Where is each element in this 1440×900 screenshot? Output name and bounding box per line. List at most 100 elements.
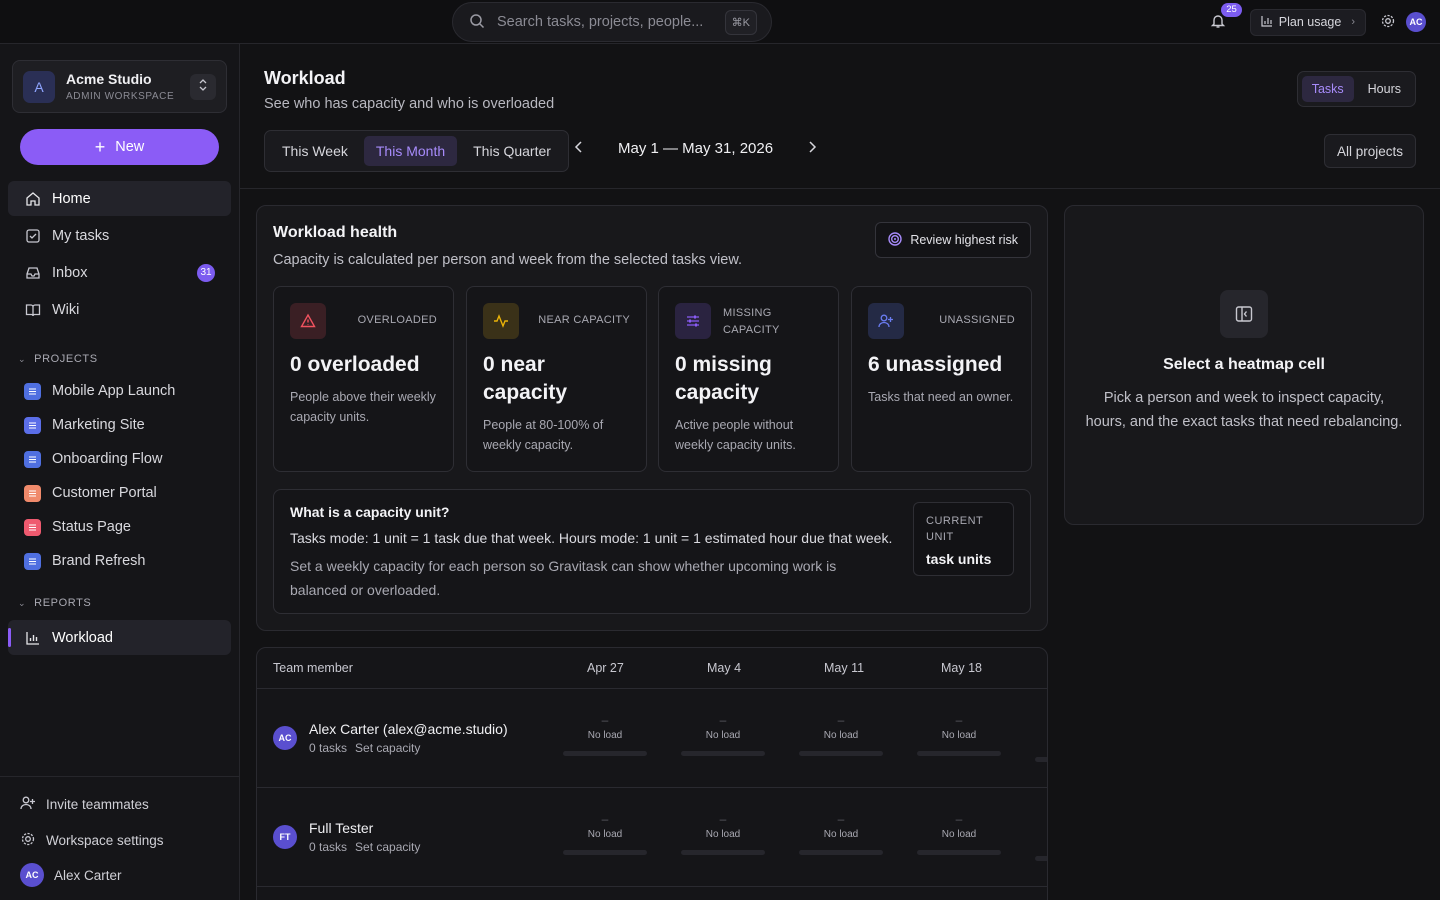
- tab-this-month[interactable]: This Month: [363, 136, 458, 166]
- sidebar-item-project[interactable]: Mobile App Launch: [8, 375, 231, 407]
- bar-chart-icon: [1261, 15, 1273, 30]
- search-icon: [469, 13, 485, 32]
- sidebar-item-project[interactable]: Marketing Site: [8, 409, 231, 441]
- project-list-icon: [24, 484, 41, 502]
- project-list-icon: [24, 416, 41, 434]
- chevron-left-icon[interactable]: [574, 140, 584, 157]
- workspace-switcher[interactable]: A Acme Studio ADMIN WORKSPACE: [12, 60, 227, 113]
- invite-teammates-button[interactable]: Invite teammates: [20, 795, 149, 814]
- tab-this-quarter[interactable]: This Quarter: [461, 136, 563, 166]
- heatmap-cell[interactable]: – No load: [681, 713, 765, 765]
- panel-description: Pick a person and week to inspect capaci…: [1085, 390, 1403, 430]
- kpi-label: MISSING CAPACITY: [723, 307, 780, 336]
- kpi-label: NEAR CAPACITY: [538, 314, 630, 326]
- tab-this-week[interactable]: This Week: [270, 136, 360, 166]
- date-range-label: May 1 — May 31, 2026: [618, 140, 774, 157]
- team-member-header: Team member: [273, 661, 353, 675]
- search-shortcut: ⌘K: [724, 9, 757, 35]
- week-header: May 11: [824, 661, 865, 675]
- date-range-tabs: This Week This Month This Quarter: [264, 130, 569, 172]
- heatmap-cell[interactable]: – No load: [799, 713, 883, 765]
- workload-heatmap: Team member Apr 27 May 4 May 11 May 18 A…: [256, 647, 1048, 900]
- cell-dash: –: [601, 713, 609, 727]
- heatmap-cell[interactable]: [1035, 812, 1047, 864]
- new-button[interactable]: + New: [20, 129, 219, 165]
- kpi-value: 0 overloaded: [290, 353, 420, 376]
- project-label: Mobile App Launch: [52, 383, 176, 399]
- search-bar[interactable]: Search tasks, projects, people... ⌘K: [452, 2, 772, 42]
- mode-hours-tab[interactable]: Hours: [1358, 76, 1411, 102]
- member-name: Full Tester: [309, 820, 374, 836]
- cell-dash: –: [719, 812, 727, 826]
- kpi-description: Tasks that need an owner.: [868, 390, 1014, 404]
- kpi-label: OVERLOADED: [357, 314, 437, 326]
- risk-button-label: Review highest risk: [910, 233, 1018, 247]
- project-label: Customer Portal: [52, 485, 157, 501]
- project-filter-dropdown[interactable]: All projects: [1323, 134, 1416, 168]
- avatar: AC: [273, 726, 297, 750]
- heatmap-cell[interactable]: – No load: [563, 713, 647, 765]
- book-icon: [24, 301, 42, 319]
- workspace-settings-button[interactable]: Workspace settings: [20, 831, 164, 850]
- heatmap-cell[interactable]: – No load: [681, 812, 765, 864]
- heatmap-cell[interactable]: – No load: [799, 812, 883, 864]
- set-capacity-link[interactable]: Set capacity: [355, 840, 420, 854]
- reports-section-toggle[interactable]: ⌄ REPORTS: [18, 597, 91, 609]
- cell-label: No load: [587, 829, 623, 840]
- chevron-up-down-icon: [198, 78, 208, 95]
- plan-usage-button[interactable]: Plan usage ›: [1249, 8, 1366, 36]
- activity-icon: [483, 303, 519, 339]
- sidebar-item-project[interactable]: Customer Portal: [8, 477, 231, 509]
- project-list-icon: [24, 382, 41, 400]
- workspace-role: ADMIN WORKSPACE: [66, 91, 175, 102]
- gear-icon[interactable]: [1380, 13, 1396, 32]
- project-list-icon: [24, 450, 41, 468]
- switch-workspace-button[interactable]: [190, 73, 216, 100]
- sidebar-item-workload[interactable]: Workload: [8, 620, 231, 655]
- reports-heading: REPORTS: [34, 597, 92, 609]
- kpi-description: People at 80-100% of weekly capacity.: [483, 418, 604, 452]
- set-capacity-link[interactable]: Set capacity: [355, 741, 420, 755]
- cell-label: No load: [705, 829, 741, 840]
- divider: [240, 188, 1440, 189]
- cell-label: No load: [587, 730, 623, 741]
- cell-dash: –: [955, 812, 963, 826]
- panel-title: Select a heatmap cell: [1163, 356, 1325, 373]
- workspace-logo: A: [23, 70, 55, 103]
- heatmap-cell[interactable]: [1035, 713, 1047, 765]
- sidebar-item-label: Workload: [52, 629, 113, 646]
- user-avatar[interactable]: AC: [1406, 12, 1426, 32]
- sidebar-item-wiki[interactable]: Wiki: [8, 292, 231, 327]
- sidebar: A Acme Studio ADMIN WORKSPACE + New Home…: [0, 44, 240, 900]
- projects-section-toggle[interactable]: ⌄ PROJECTS: [18, 353, 98, 365]
- search-input[interactable]: Search tasks, projects, people...: [497, 14, 725, 30]
- notifications-button[interactable]: 25: [1204, 3, 1242, 36]
- avatar: AC: [20, 863, 44, 887]
- kpi-near-capacity: NEAR CAPACITY 0 near capacity People at …: [466, 286, 647, 472]
- sidebar-item-project[interactable]: Onboarding Flow: [8, 443, 231, 475]
- panel-icon: [1220, 290, 1268, 338]
- new-button-label: New: [115, 139, 145, 155]
- inbox-count-badge: 31: [197, 263, 215, 282]
- kpi-value: 0 near capacity: [483, 353, 568, 404]
- current-user-menu[interactable]: AC Alex Carter: [20, 863, 122, 887]
- mode-tasks-tab[interactable]: Tasks: [1301, 76, 1354, 102]
- user-plus-icon: [868, 303, 904, 339]
- health-subtitle: Capacity is calculated per person and we…: [273, 252, 743, 268]
- projects-heading: PROJECTS: [34, 353, 98, 365]
- review-highest-risk-button[interactable]: Review highest risk: [875, 222, 1031, 258]
- sidebar-item-label: Wiki: [52, 301, 80, 318]
- bar-chart-icon: [24, 629, 42, 647]
- sidebar-item-project[interactable]: Brand Refresh: [8, 545, 231, 577]
- chevron-right-icon[interactable]: [807, 140, 817, 157]
- heatmap-cell[interactable]: – No load: [917, 713, 1001, 765]
- sidebar-item-my-tasks[interactable]: My tasks: [8, 218, 231, 253]
- chevron-down-icon: ⌄: [18, 597, 27, 608]
- sidebar-item-inbox[interactable]: Inbox 31: [8, 255, 231, 290]
- sidebar-item-project[interactable]: Status Page: [8, 511, 231, 543]
- heatmap-cell[interactable]: – No load: [917, 812, 1001, 864]
- cell-dash: –: [955, 713, 963, 727]
- top-bar: Search tasks, projects, people... ⌘K 25 …: [0, 0, 1440, 44]
- sidebar-item-home[interactable]: Home: [8, 181, 231, 216]
- heatmap-cell[interactable]: – No load: [563, 812, 647, 864]
